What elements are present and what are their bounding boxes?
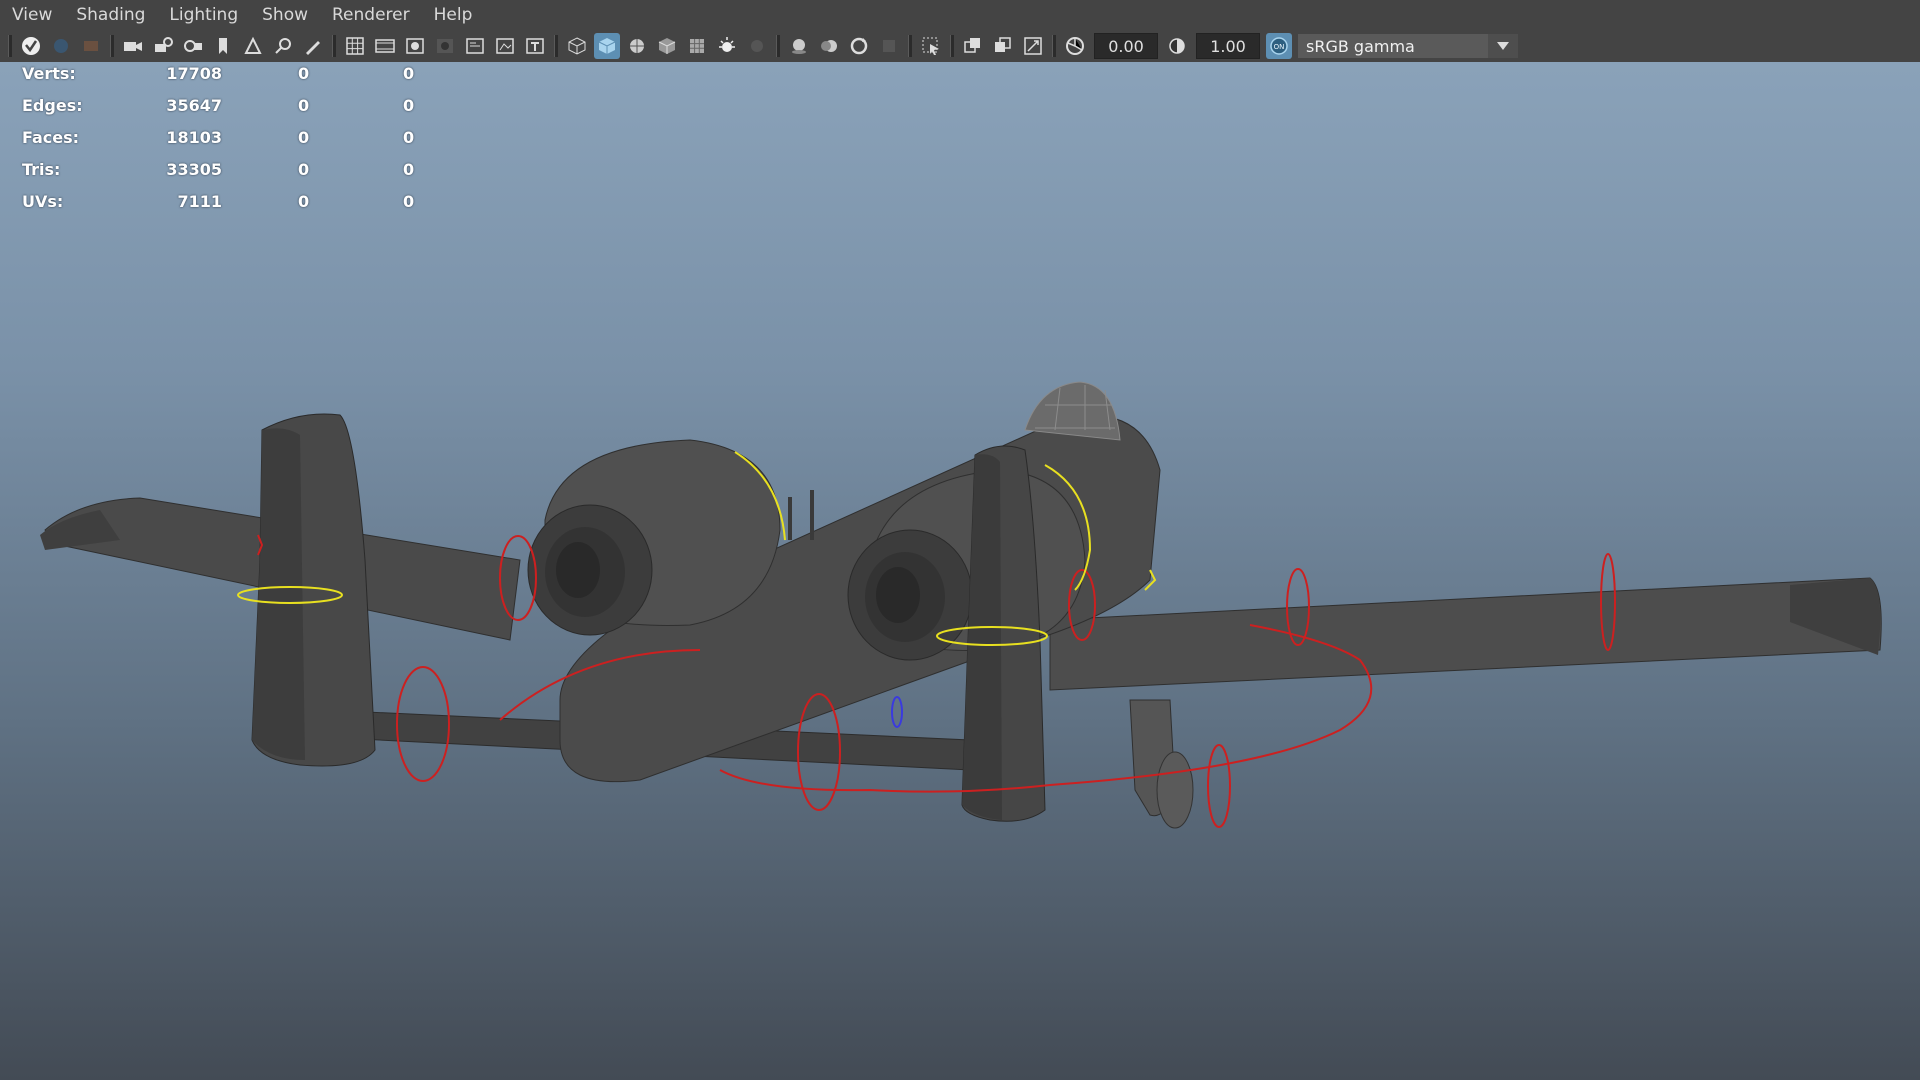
- menu-renderer[interactable]: Renderer: [320, 0, 422, 30]
- hud-row-verts: Verts: 17708 0 0: [22, 62, 442, 94]
- toolbar-separator: [554, 35, 558, 57]
- grease-pencil-icon[interactable]: [300, 33, 326, 59]
- image-plane-icon[interactable]: [240, 33, 266, 59]
- camera-icon[interactable]: [120, 33, 146, 59]
- color-management-icon[interactable]: ON: [1266, 33, 1292, 59]
- menu-shading[interactable]: Shading: [64, 0, 157, 30]
- toolbar-separator: [776, 35, 780, 57]
- toolbar-separator: [908, 35, 912, 57]
- xray-joints-icon[interactable]: [960, 33, 986, 59]
- safe-title-icon[interactable]: [522, 33, 548, 59]
- wireframe-icon[interactable]: [564, 33, 590, 59]
- toolbar-separator: [110, 35, 114, 57]
- camera-lock-icon[interactable]: [150, 33, 176, 59]
- 3d-viewport[interactable]: Verts: 17708 0 0 Edges: 35647 0 0 Faces:…: [0, 62, 1920, 1080]
- bookmark-icon[interactable]: [210, 33, 236, 59]
- hud-value: 33305: [166, 160, 222, 179]
- xray-icon[interactable]: [654, 33, 680, 59]
- hud-label: Verts:: [22, 64, 76, 83]
- hud-row-faces: Faces: 18103 0 0: [22, 126, 442, 158]
- xray-active-icon[interactable]: [990, 33, 1016, 59]
- hud-value: 0: [403, 160, 415, 179]
- shadows-icon[interactable]: [744, 33, 770, 59]
- hud-value: 0: [298, 96, 310, 115]
- svg-text:ON: ON: [1274, 43, 1285, 51]
- toolbar-separator: [950, 35, 954, 57]
- hud-value: 7111: [177, 192, 222, 211]
- panel-toolbar: 0.00 1.00 ON sRGB gamma: [0, 30, 1920, 62]
- use-default-material-icon[interactable]: [684, 33, 710, 59]
- anti-aliasing-icon[interactable]: [846, 33, 872, 59]
- menu-show[interactable]: Show: [250, 0, 320, 30]
- poly-count-hud: Verts: 17708 0 0 Edges: 35647 0 0 Faces:…: [22, 62, 442, 222]
- menu-help[interactable]: Help: [422, 0, 485, 30]
- 2d-pan-zoom-icon[interactable]: [270, 33, 296, 59]
- wireframe-on-shaded-icon[interactable]: [624, 33, 650, 59]
- depth-of-field-icon[interactable]: [876, 33, 902, 59]
- toolbar-separator: [8, 35, 12, 57]
- hud-value: 35647: [166, 96, 222, 115]
- gamma-icon[interactable]: [1164, 33, 1190, 59]
- hud-value: 0: [298, 64, 310, 83]
- grid-icon[interactable]: [342, 33, 368, 59]
- safe-action-icon[interactable]: [492, 33, 518, 59]
- hud-value: 0: [298, 192, 310, 211]
- hud-value: 17708: [166, 64, 222, 83]
- gate-mask-icon[interactable]: [432, 33, 458, 59]
- hud-label: Faces:: [22, 128, 80, 147]
- film-gate-icon[interactable]: [372, 33, 398, 59]
- screen-space-ao-icon[interactable]: [786, 33, 812, 59]
- hud-row-edges: Edges: 35647 0 0: [22, 94, 442, 126]
- hud-value: 0: [298, 128, 310, 147]
- backface-icon[interactable]: [1020, 33, 1046, 59]
- hud-value: 0: [403, 192, 415, 211]
- camera-attributes-icon[interactable]: [180, 33, 206, 59]
- hud-value: 0: [298, 160, 310, 179]
- isolate-select-icon[interactable]: [918, 33, 944, 59]
- hud-row-tris: Tris: 33305 0 0: [22, 158, 442, 190]
- select-camera-icon[interactable]: [18, 33, 44, 59]
- smooth-shade-icon[interactable]: [594, 33, 620, 59]
- right-wing: [1049, 577, 1882, 691]
- exposure-field[interactable]: 0.00: [1094, 33, 1158, 59]
- hud-label: Tris:: [22, 160, 61, 179]
- gamma-field[interactable]: 1.00: [1196, 33, 1260, 59]
- cockpit-canopy: [1024, 381, 1121, 441]
- hud-value: 0: [403, 64, 415, 83]
- resolution-gate-icon[interactable]: [402, 33, 428, 59]
- locator-blue: [891, 696, 903, 728]
- menu-view[interactable]: View: [0, 0, 64, 30]
- menu-lighting[interactable]: Lighting: [157, 0, 250, 30]
- menu-bar: View Shading Lighting Show Renderer Help: [0, 0, 1920, 30]
- hud-value: 18103: [166, 128, 222, 147]
- exposure-icon[interactable]: [1062, 33, 1088, 59]
- color-space-dropdown[interactable]: sRGB gamma: [1298, 34, 1518, 58]
- hud-value: 0: [403, 128, 415, 147]
- hud-label: UVs:: [22, 192, 64, 211]
- dropdown-chevron-icon[interactable]: [1488, 34, 1518, 58]
- hud-label: Edges:: [22, 96, 83, 115]
- hud-row-uvs: UVs: 7111 0 0: [22, 190, 442, 222]
- field-chart-icon[interactable]: [462, 33, 488, 59]
- lights-icon[interactable]: [714, 33, 740, 59]
- toolbar-separator: [332, 35, 336, 57]
- motion-blur-icon[interactable]: [816, 33, 842, 59]
- toolbar-separator: [1052, 35, 1056, 57]
- hud-value: 0: [403, 96, 415, 115]
- camera-lock-icon[interactable]: [48, 33, 74, 59]
- color-space-value: sRGB gamma: [1306, 36, 1415, 56]
- camera-attributes-icon[interactable]: [78, 33, 104, 59]
